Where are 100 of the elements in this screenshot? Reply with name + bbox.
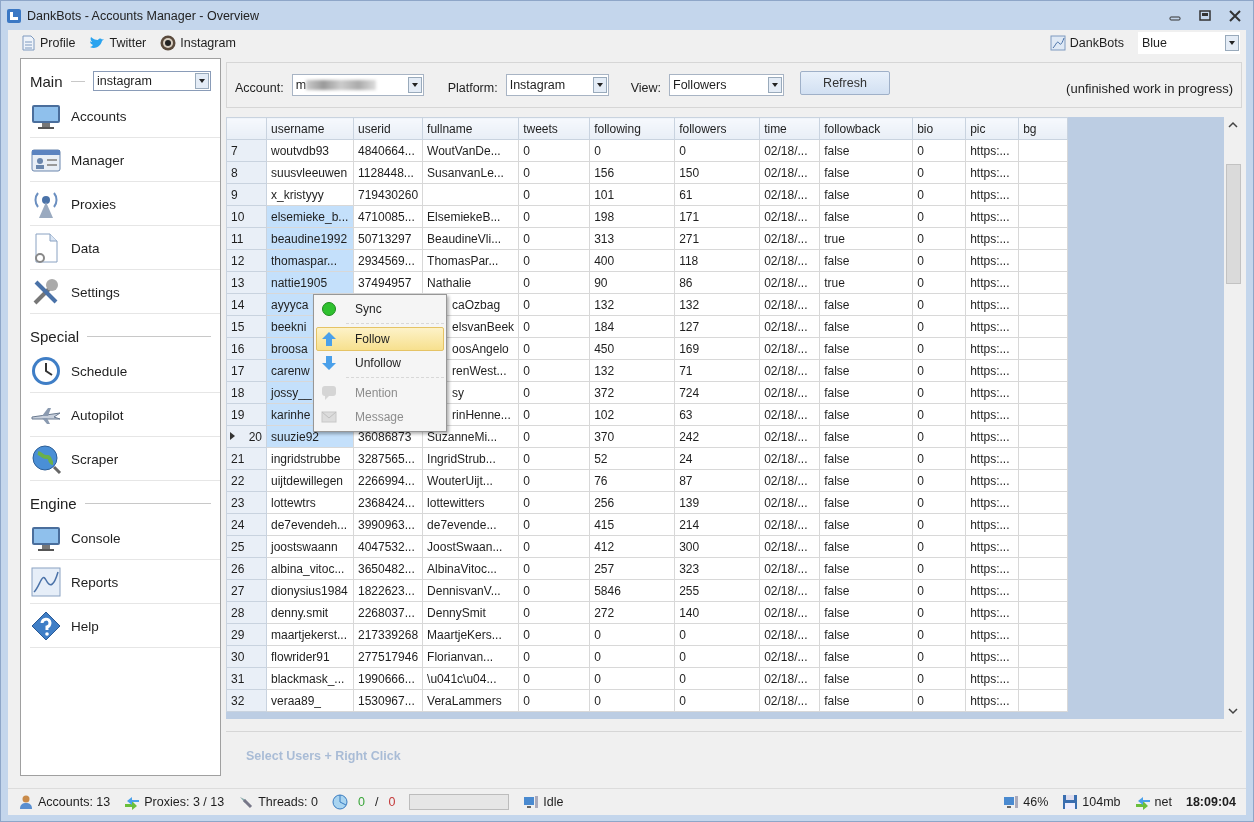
status-text: Proxies: 3 / 13	[144, 795, 225, 810]
up-arrow-icon	[321, 331, 337, 348]
help-icon	[30, 610, 62, 643]
failure-count: 0	[388, 795, 396, 810]
redaction-blur	[306, 80, 377, 91]
platform-dropdown[interactable]: instagram	[93, 71, 211, 92]
row-header[interactable]: 9	[226, 183, 267, 206]
field-label: Account:	[235, 81, 284, 96]
network-text: net	[1154, 795, 1172, 810]
cpu-text: 46%	[1023, 795, 1049, 810]
scrollbar-thumb[interactable]	[1225, 164, 1241, 285]
row-header[interactable]: 31	[226, 667, 267, 690]
section-title: Main	[30, 72, 63, 90]
clock-text: 18:09:04	[1185, 795, 1236, 810]
row-header[interactable]: 17	[226, 359, 267, 382]
row-header[interactable]: 29	[226, 623, 267, 646]
row-header[interactable]: 26	[226, 557, 267, 580]
row-header[interactable]: 15	[226, 315, 267, 338]
field-label: View:	[630, 81, 661, 96]
row-header[interactable]: 20	[226, 425, 267, 448]
row-header[interactable]: 24	[226, 513, 267, 536]
envelope-icon	[321, 409, 337, 426]
row-header[interactable]: 23	[226, 491, 267, 514]
brand-link[interactable]: DankBots	[1069, 36, 1124, 51]
sidebar-item[interactable]: Manager	[71, 152, 125, 168]
toolbar-link[interactable]: Twitter	[109, 36, 147, 51]
row-header-corner	[226, 117, 267, 140]
computer-icon	[1003, 794, 1020, 811]
window-title: DankBots - Accounts Manager - Overview	[27, 8, 261, 23]
row-header[interactable]: 27	[226, 579, 267, 602]
row-header[interactable]: 22	[226, 469, 267, 492]
sidebar-item[interactable]: Proxies	[71, 196, 116, 212]
speech-bubble-icon	[321, 385, 337, 402]
field-label: Platform:	[447, 81, 498, 96]
success-count: 0	[357, 795, 365, 810]
sidebar-item[interactable]: Console	[71, 530, 121, 546]
status-text: Threads: 0	[258, 795, 318, 810]
row-header[interactable]: 7	[226, 139, 267, 162]
sidebar-item[interactable]: Accounts	[71, 108, 127, 124]
refresh-button[interactable]: Refresh	[800, 71, 890, 96]
column-header[interactable]: followback	[819, 117, 913, 140]
column-header[interactable]: following	[589, 117, 675, 140]
pie-icon	[331, 794, 348, 811]
note-text: (unfinished work in progress)	[1066, 80, 1233, 96]
row-header[interactable]: 14	[226, 293, 267, 316]
column-header[interactable]: bio	[912, 117, 966, 140]
globe-icon	[30, 443, 62, 476]
row-header[interactable]: 18	[226, 381, 267, 404]
row-header[interactable]: 19	[226, 403, 267, 426]
column-header[interactable]: time	[759, 117, 820, 140]
column-header[interactable]: pic	[965, 117, 1019, 140]
row-header[interactable]: 21	[226, 447, 267, 470]
menu-item[interactable]: Follow	[316, 327, 444, 352]
column-header[interactable]: userid	[353, 117, 423, 140]
section-title: Special	[30, 327, 80, 345]
arrows-icon	[124, 794, 141, 811]
sidebar-item[interactable]: Schedule	[71, 363, 128, 379]
view-dropdown[interactable]: Followers	[669, 74, 784, 97]
status-text: Idle	[543, 795, 564, 810]
camera-icon	[160, 35, 177, 52]
sidebar-item[interactable]: Settings	[71, 284, 120, 300]
document-icon	[20, 35, 36, 52]
sidebar-item[interactable]: Autopilot	[71, 407, 124, 423]
sidebar-item[interactable]: Help	[71, 618, 99, 634]
row-header[interactable]: 13	[226, 271, 267, 294]
chart-icon	[30, 566, 62, 599]
column-header[interactable]: tweets	[518, 117, 590, 140]
toolbar-link[interactable]: Instagram	[180, 36, 236, 51]
row-header[interactable]: 32	[226, 689, 267, 712]
column-header[interactable]: fullname	[422, 117, 519, 140]
sidebar-item[interactable]: Reports	[71, 574, 119, 590]
row-header[interactable]: 10	[226, 205, 267, 228]
down-arrow-icon	[321, 355, 337, 372]
column-header[interactable]: followers	[674, 117, 760, 140]
section-title: Engine	[30, 494, 77, 512]
clock-icon	[30, 355, 62, 388]
row-header[interactable]: 30	[226, 645, 267, 668]
sidebar-item[interactable]: Scraper	[71, 451, 119, 467]
row-header[interactable]: 25	[226, 535, 267, 558]
account-dropdown[interactable]: m	[291, 74, 424, 97]
column-header[interactable]: username	[266, 117, 354, 140]
platform-dropdown[interactable]: Instagram	[505, 74, 609, 97]
row-header[interactable]: 8	[226, 161, 267, 184]
row-header[interactable]: 12	[226, 249, 267, 272]
sidebar-item[interactable]: Data	[71, 240, 100, 256]
memory-text: 104mb	[1082, 795, 1121, 810]
status-text: Accounts: 13	[38, 795, 111, 810]
computer-icon	[523, 794, 540, 811]
row-header[interactable]: 28	[226, 601, 267, 624]
hint-text: Select Users + Right Click	[226, 731, 1242, 781]
row-header[interactable]: 16	[226, 337, 267, 360]
status-dot-icon	[321, 301, 337, 318]
row-header[interactable]: 11	[226, 227, 267, 250]
separator-slash: /	[374, 795, 379, 810]
toolbar-link[interactable]: Profile	[40, 36, 76, 51]
theme-dropdown[interactable]: Blue	[1138, 32, 1240, 55]
app-icon	[7, 8, 21, 23]
chart-icon	[1049, 35, 1066, 52]
column-header[interactable]: bg	[1018, 117, 1068, 140]
person-icon	[18, 794, 34, 811]
